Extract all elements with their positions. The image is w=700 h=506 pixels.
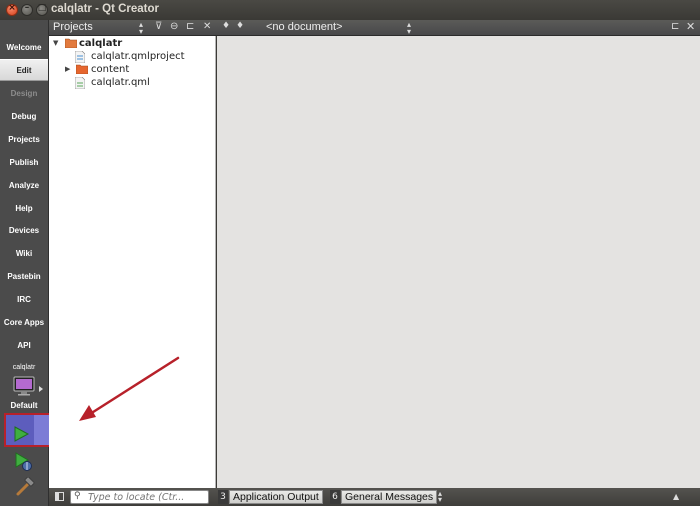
target-configuration-label: Default	[10, 401, 38, 410]
minimize-icon: –	[24, 3, 30, 13]
target-expand-arrow-icon	[39, 386, 43, 392]
qmlproject-file-icon	[75, 51, 85, 63]
target-project-label: calqlatr	[12, 364, 36, 371]
locator-input[interactable]	[88, 491, 206, 503]
mode-welcome[interactable]: Welcome	[0, 37, 48, 59]
toggle-progress-details-icon[interactable]: ▲	[673, 492, 679, 501]
search-icon: ⚲	[74, 491, 81, 501]
mode-analyze[interactable]: Analyze	[0, 175, 48, 197]
mode-help[interactable]: Help	[0, 198, 48, 220]
editor-area[interactable]	[217, 36, 700, 488]
window-title: calqlatr - Qt Creator	[51, 3, 159, 15]
output-tab-label: Application Output	[229, 490, 323, 504]
tree-item-qml-file[interactable]: calqlatr.qml	[75, 76, 215, 89]
mode-design[interactable]: Design	[0, 83, 48, 105]
tree-item-qmlproject[interactable]: calqlatr.qmlproject	[75, 50, 215, 63]
projects-pane-header: Projects ▴ ▾ ⊽ ⊖ ⊏ ✕	[49, 20, 216, 36]
tree-item-label: calqlatr	[79, 38, 123, 49]
output-tab-number: 3	[218, 490, 228, 504]
output-tab-number: 6	[330, 490, 340, 504]
filter-icon[interactable]: ⊽	[155, 21, 162, 32]
more-output-panes-icon[interactable]: ▴ ▾	[435, 490, 445, 504]
tree-item-content-folder[interactable]: ▶ content	[65, 63, 215, 76]
collapsed-arrow-icon[interactable]: ▶	[65, 63, 70, 76]
mode-publish[interactable]: Publish	[0, 152, 48, 174]
qml-file-icon	[75, 77, 85, 89]
combo-arrows-icon: ▴ ▾	[407, 20, 412, 36]
project-folder-icon	[65, 38, 77, 48]
output-tab-label: General Messages	[341, 490, 438, 504]
mode-core-apps[interactable]: Core Apps	[0, 312, 48, 334]
monitor-icon	[13, 376, 35, 396]
split-pane-icon[interactable]: ⊏	[186, 21, 194, 32]
mode-edit[interactable]: Edit	[0, 59, 48, 81]
run-icon[interactable]	[12, 425, 30, 443]
open-documents-combo[interactable]: <no document>	[266, 21, 342, 33]
projects-tree: ▼ calqlatr calqlatr.qmlproject ▶ content…	[49, 36, 216, 488]
split-editor-icon[interactable]: ⊏	[671, 21, 679, 32]
mode-api[interactable]: API	[0, 335, 48, 357]
expanded-arrow-icon[interactable]: ▼	[53, 37, 58, 50]
locator-field[interactable]: ⚲	[70, 490, 209, 504]
view-selector-arrows-icon: ▴ ▾	[139, 20, 144, 36]
title-bar: × – □ calqlatr - Qt Creator	[0, 0, 700, 20]
editor-toolbar: ♦ ♦ <no document> ▴ ▾ ⊏ ✕	[216, 20, 700, 36]
folder-icon	[76, 64, 88, 74]
close-pane-icon[interactable]: ✕	[203, 21, 211, 32]
maximize-icon: □	[37, 3, 47, 13]
status-bar: ⚲ 3 Application Output 6 General Message…	[49, 488, 700, 506]
window-close-button[interactable]: ×	[6, 3, 18, 16]
navigate-back-icon[interactable]: ♦	[222, 21, 230, 31]
mode-pastebin[interactable]: Pastebin	[0, 266, 48, 288]
tree-item-label: calqlatr.qmlproject	[91, 51, 185, 62]
tree-item-label: content	[91, 64, 130, 75]
mode-projects[interactable]: Projects	[0, 129, 48, 151]
window-maximize-button[interactable]: □	[36, 3, 48, 16]
close-document-icon[interactable]: ✕	[686, 20, 695, 33]
mode-devices[interactable]: Devices	[0, 220, 48, 242]
toggle-sidebar-icon[interactable]	[55, 492, 64, 501]
navigate-forward-icon[interactable]: ♦	[236, 21, 244, 31]
mode-irc[interactable]: IRC	[0, 289, 48, 311]
tree-item-project-root[interactable]: ▼ calqlatr	[53, 37, 213, 50]
build-hammer-icon[interactable]	[15, 477, 35, 497]
mode-debug[interactable]: Debug	[0, 106, 48, 128]
projects-view-selector[interactable]: Projects	[53, 21, 93, 33]
tree-item-label: calqlatr.qml	[91, 77, 150, 88]
mode-wiki[interactable]: Wiki	[0, 243, 48, 265]
close-icon: ×	[8, 3, 16, 13]
debug-run-icon[interactable]	[14, 452, 34, 472]
link-with-editor-icon[interactable]: ⊖	[170, 21, 178, 32]
window-minimize-button[interactable]: –	[21, 3, 33, 16]
